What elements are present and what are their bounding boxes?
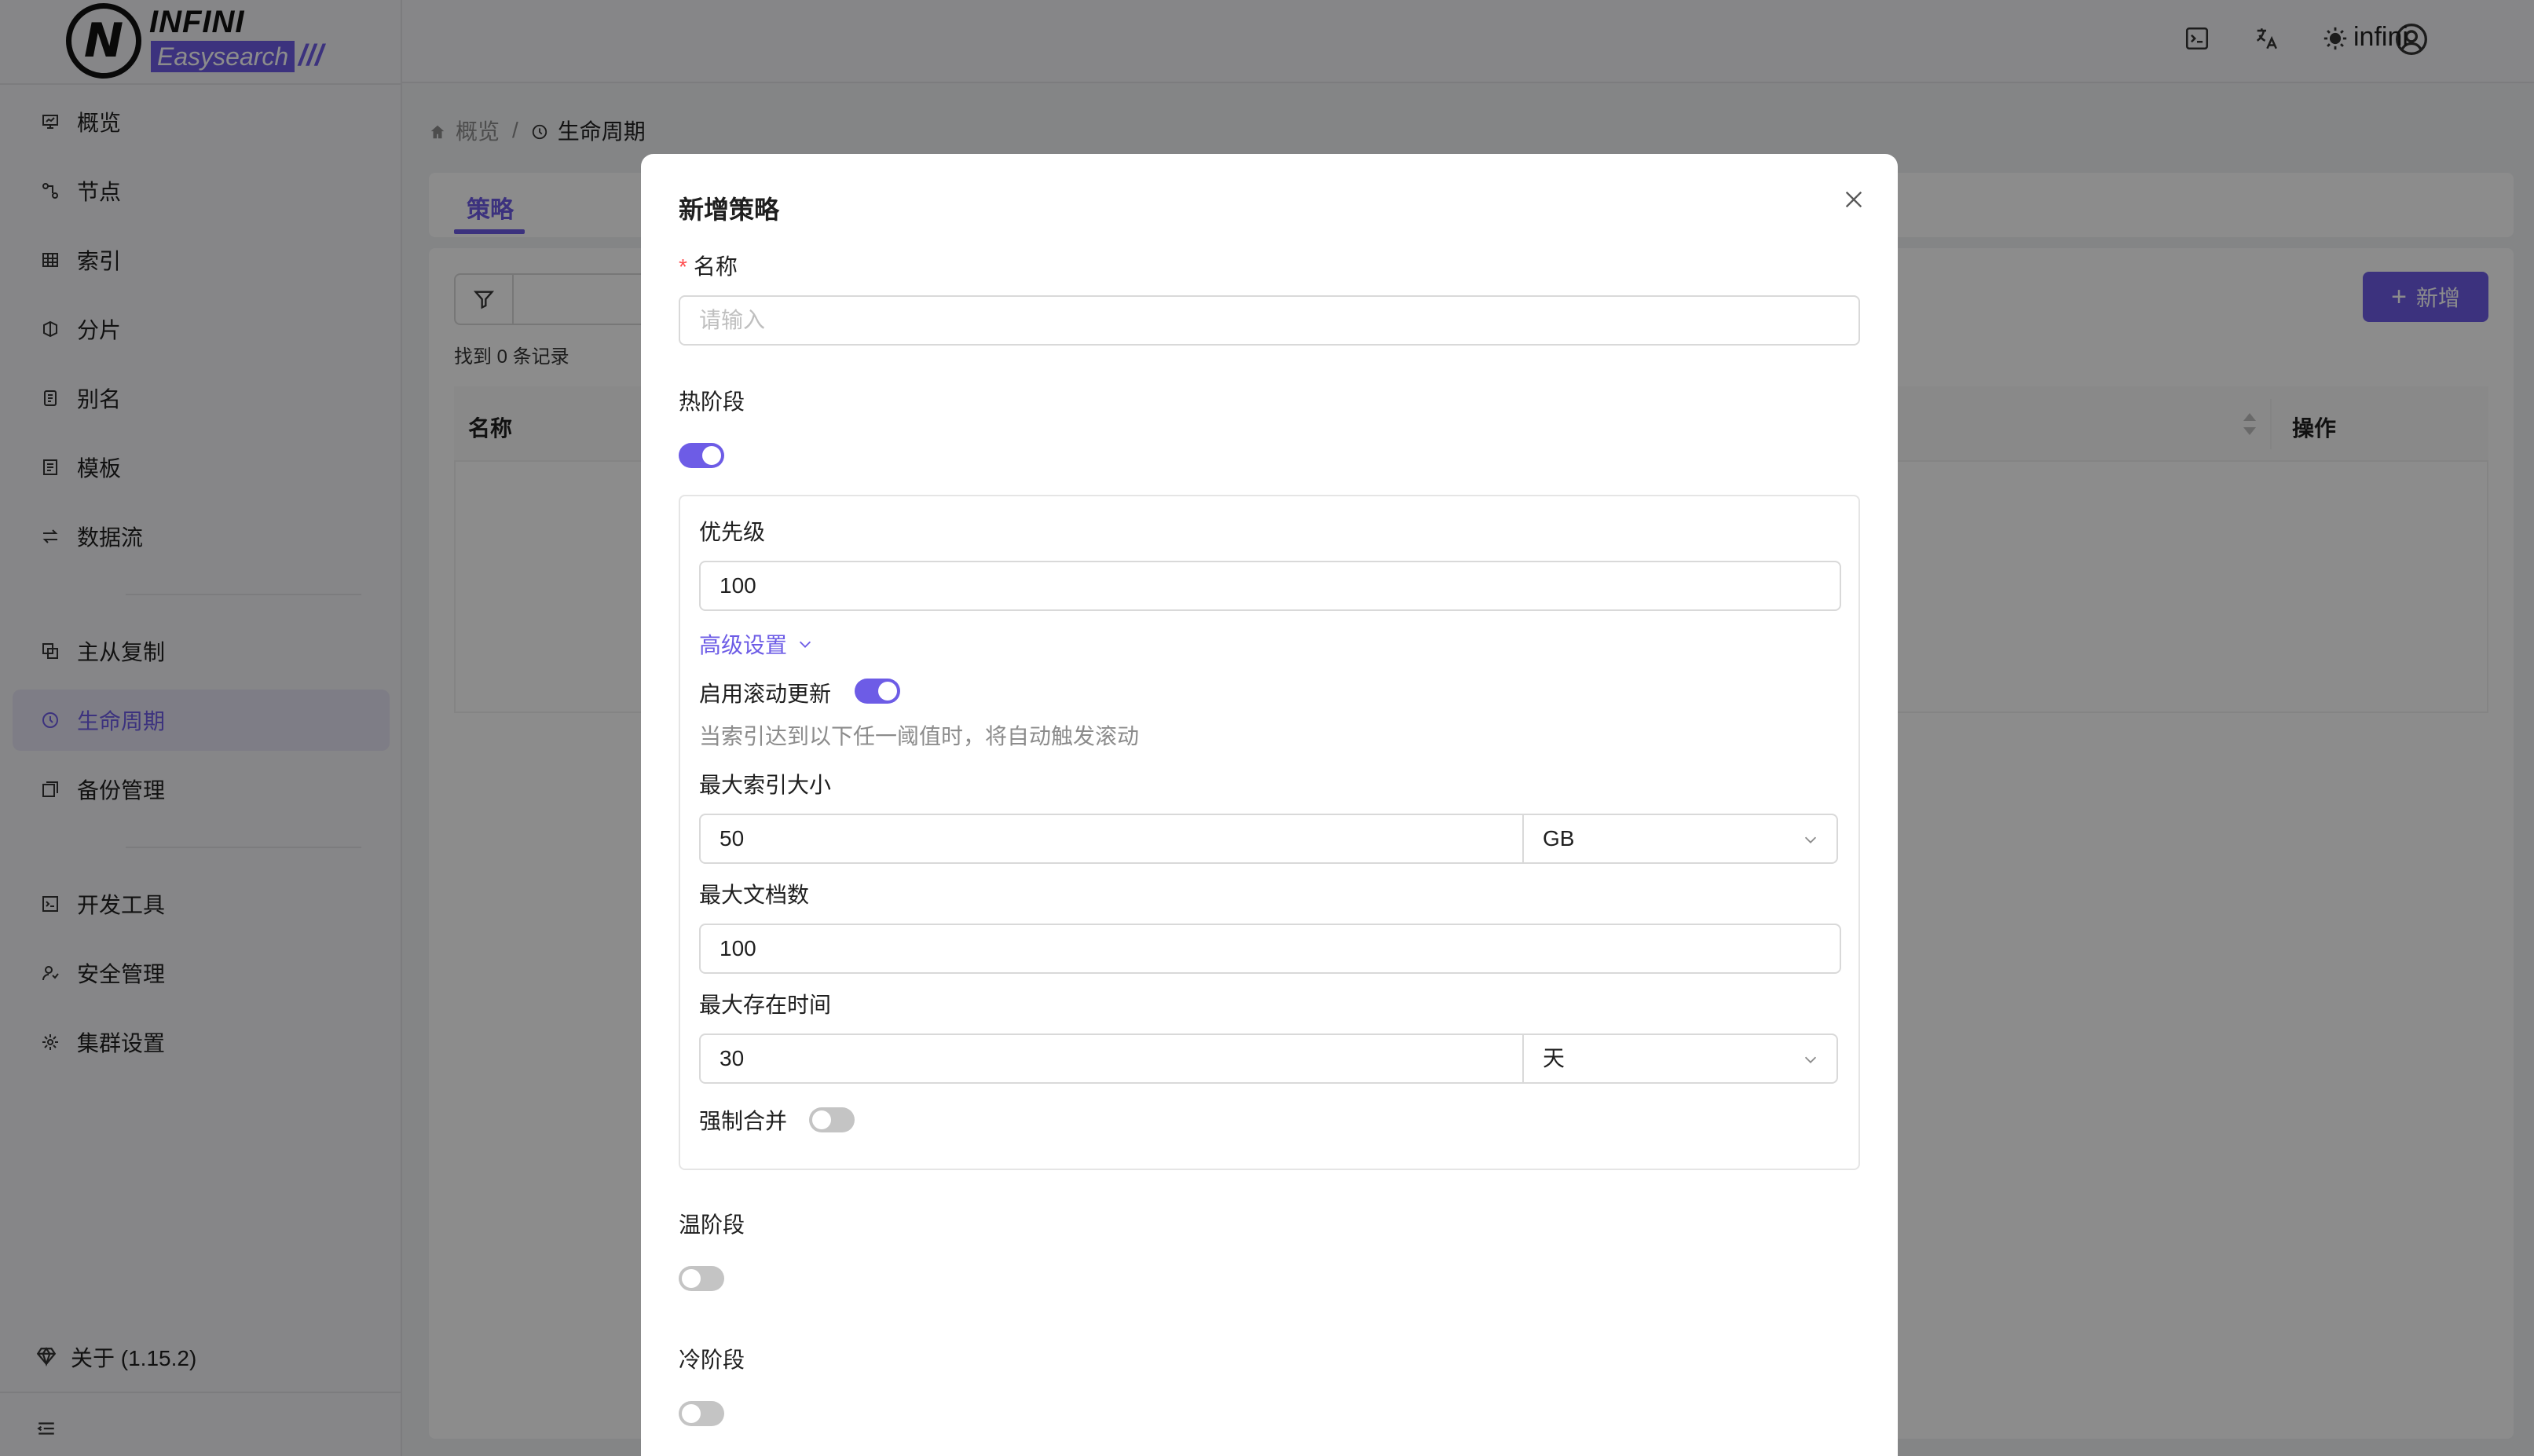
forcemerge-label: 强制合并 — [699, 1109, 788, 1133]
add-policy-modal: 新增策略 * 名称 请输入 热阶段 优先级 100 高级设置 启用滚动更新 当索引… — [641, 154, 1898, 1456]
warm-phase-label: 温阶段 — [679, 1213, 745, 1237]
close-icon[interactable] — [1841, 187, 1868, 214]
max-age-group: 30 天 — [699, 1033, 1838, 1084]
max-docs-input[interactable]: 100 — [699, 924, 1841, 974]
forcemerge-switch[interactable] — [809, 1107, 855, 1132]
rollover-hint: 当索引达到以下任一阈值时，将自动触发滚动 — [699, 724, 1140, 748]
cold-phase-label: 冷阶段 — [679, 1348, 745, 1372]
max-age-input[interactable]: 30 — [701, 1035, 1524, 1082]
max-age-label: 最大存在时间 — [699, 993, 832, 1017]
hot-phase-panel: 优先级 100 高级设置 启用滚动更新 当索引达到以下任一阈值时，将自动触发滚动… — [679, 495, 1860, 1170]
max-size-unit-select[interactable]: GB — [1524, 815, 1836, 862]
max-docs-label: 最大文档数 — [699, 883, 810, 907]
chevron-down-icon — [1804, 836, 1817, 843]
max-size-input[interactable]: 50 — [701, 815, 1524, 862]
priority-label: 优先级 — [699, 520, 766, 544]
max-size-label: 最大索引大小 — [699, 773, 832, 797]
cold-phase-switch[interactable] — [679, 1401, 724, 1426]
required-mark: * — [679, 254, 687, 279]
rollover-switch[interactable] — [855, 679, 900, 704]
max-size-group: 50 GB — [699, 814, 1838, 864]
chevron-down-icon — [799, 641, 811, 648]
chevron-down-icon — [1804, 1056, 1817, 1063]
advanced-settings-toggle[interactable]: 高级设置 — [699, 628, 814, 660]
modal-title: 新增策略 — [679, 196, 780, 224]
priority-input[interactable]: 100 — [699, 561, 1841, 611]
rollover-label: 启用滚动更新 — [699, 682, 832, 706]
name-label: * 名称 — [679, 254, 738, 279]
hot-phase-switch[interactable] — [679, 443, 724, 468]
max-age-unit-select[interactable]: 天 — [1524, 1035, 1836, 1082]
policy-name-input[interactable]: 请输入 — [679, 295, 1860, 346]
warm-phase-switch[interactable] — [679, 1266, 724, 1291]
hot-phase-label: 热阶段 — [679, 390, 745, 414]
